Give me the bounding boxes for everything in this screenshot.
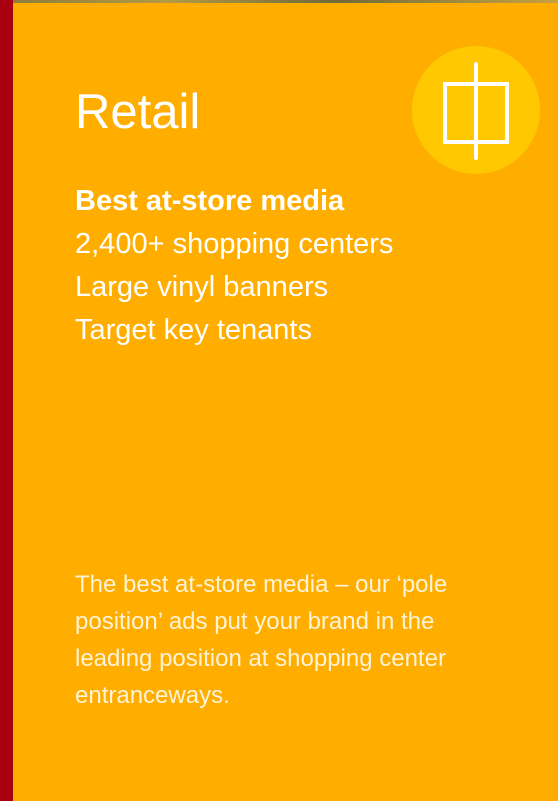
feature-item: Best at-store media xyxy=(75,185,345,217)
top-image-strip xyxy=(0,0,558,3)
retail-card: Retail Best at-store media 2,400+ shoppi… xyxy=(0,0,558,801)
card-description: The best at-store media – our ‘pole posi… xyxy=(75,571,448,709)
feature-item: Large vinyl banners xyxy=(75,271,329,303)
feature-item: 2,400+ shopping centers xyxy=(75,228,394,260)
card-title: Retail xyxy=(75,85,201,139)
feature-list: Best at-store media 2,400+ shopping cent… xyxy=(75,180,393,352)
feature-item: Target key tenants xyxy=(75,314,312,346)
left-accent-bar xyxy=(0,0,13,801)
pole-banner-icon xyxy=(412,46,540,174)
